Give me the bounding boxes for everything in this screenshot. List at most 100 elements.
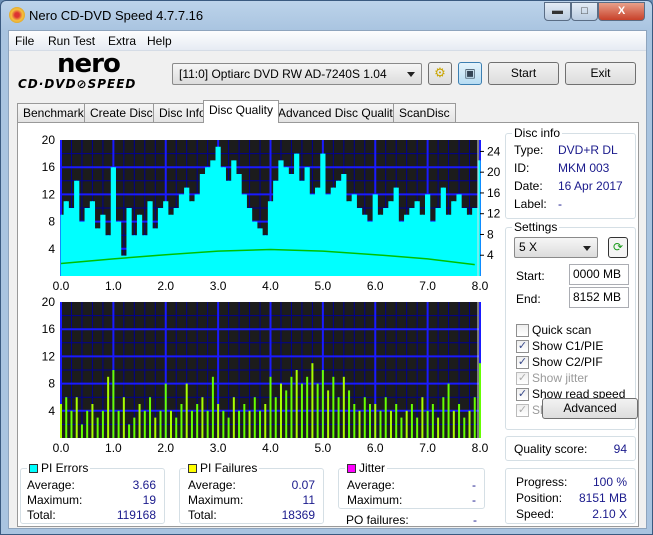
pi-failures-bar (348, 390, 351, 438)
tab-disc-quality[interactable]: Disc Quality (203, 100, 280, 123)
maximize-button[interactable]: □ (571, 2, 598, 21)
pi-failures-bar (138, 404, 141, 438)
pi-failures-bar (201, 397, 204, 438)
pi-failures-bar (300, 383, 303, 438)
y-tick-label: 16 (42, 160, 56, 174)
y2-tick-label: 20 (487, 165, 501, 179)
pie-average-value: 3.66 (132, 478, 156, 492)
pi-failures-bar (395, 404, 398, 438)
pi-failures-bar (128, 424, 131, 438)
pi-failures-bar (269, 376, 272, 438)
pi-failures-bar (290, 376, 293, 438)
x-tick-label: 1.0 (105, 279, 122, 293)
label-label: Label: (514, 197, 547, 211)
y-tick-label: 16 (42, 322, 56, 336)
pi-failures-bar (60, 404, 62, 438)
pi-failures-bar (196, 404, 199, 438)
pi-failures-bar (253, 397, 256, 438)
x-tick-label: 2.0 (157, 441, 174, 455)
menu-extra[interactable]: Extra (108, 34, 136, 48)
x-tick-label: 6.0 (367, 441, 384, 455)
pi-failures-bar (400, 417, 403, 438)
pi-failures-bar (431, 404, 434, 438)
pi-failures-bar (274, 397, 277, 438)
pi-failures-bar (112, 370, 115, 438)
tab-create-disc[interactable]: Create Disc (84, 103, 159, 122)
save-icon[interactable]: ▣ (458, 62, 482, 85)
menu-help[interactable]: Help (147, 34, 172, 48)
drive-settings-icon[interactable]: ⚙ (428, 62, 452, 85)
pi-failures-bar (327, 390, 330, 438)
checkbox-1[interactable]: ✓ (516, 340, 529, 353)
pi-failures-bar (91, 404, 94, 438)
x-tick-label: 7.0 (419, 279, 436, 293)
pi-failures-bar (70, 410, 73, 438)
pi-failures-bar (159, 410, 162, 438)
settings-caption: Settings (512, 220, 560, 234)
tab-benchmark[interactable]: Benchmark (17, 103, 90, 122)
end-input[interactable]: 8152 MB (569, 287, 629, 308)
chevron-down-icon (407, 72, 415, 77)
close-button[interactable]: X (598, 2, 645, 21)
pi-failures-title: PI Failures (200, 461, 258, 475)
menu-run-test[interactable]: Run Test (48, 34, 95, 48)
pie-maximum-label: Maximum: (27, 493, 83, 507)
pi-failures-bar (306, 376, 309, 438)
x-tick-label: 5.0 (315, 279, 332, 293)
x-tick-label: 0.0 (53, 279, 70, 293)
pi-failures-bar (285, 390, 288, 438)
advanced-button[interactable]: Advanced (542, 398, 638, 419)
x-tick-label: 4.0 (262, 279, 279, 293)
drive-select[interactable]: [11:0] Optiarc DVD RW AD-7240S 1.04 (172, 63, 422, 85)
x-tick-label: 7.0 (419, 441, 436, 455)
x-tick-label: 0.0 (53, 441, 70, 455)
type-value: DVD+R DL (558, 143, 618, 157)
start-input[interactable]: 0000 MB (569, 264, 629, 285)
pi-failures-bar (154, 417, 157, 438)
pi-failures-bar (101, 410, 104, 438)
checkbox-4[interactable]: ✓ (516, 388, 529, 401)
pi-failures-bar (295, 370, 298, 438)
pi-failures-bar (169, 410, 172, 438)
pi-failures-bar (206, 410, 209, 438)
pie-average-label: Average: (27, 478, 75, 492)
pi-failures-bar (479, 363, 481, 438)
x-tick-label: 1.0 (105, 441, 122, 455)
menu-bar: File Run Test Extra Help (9, 31, 646, 51)
y-tick-label: 20 (42, 133, 56, 147)
jitter-maximum-value: - (472, 493, 476, 507)
label-value: - (558, 197, 562, 211)
checkbox-label: Show C2/PIF (532, 355, 603, 369)
speed-select[interactable]: 5 X (514, 237, 598, 258)
y2-tick-label: 16 (487, 186, 501, 200)
refresh-icon[interactable]: ⟳ (608, 237, 628, 258)
pif-average-value: 0.07 (291, 478, 315, 492)
start-label: Start: (516, 269, 545, 283)
tab-advanced-disc-quality[interactable]: Advanced Disc Quality (272, 103, 405, 122)
exit-button[interactable]: Exit (565, 62, 636, 85)
checkbox-2[interactable]: ✓ (516, 356, 529, 369)
pi-failures-bar (458, 404, 461, 438)
speed-value-readout: 2.10 X (592, 507, 627, 521)
pi-failures-bar (211, 376, 214, 438)
checkbox-label: Show jitter (532, 371, 589, 385)
pif-total-value: 18369 (281, 508, 315, 522)
id-label: ID: (514, 161, 530, 175)
checkbox-5: ✓ (516, 404, 529, 417)
start-button[interactable]: Start (488, 62, 559, 85)
id-value: MKM 003 (558, 161, 610, 175)
pi-failures-bar (107, 376, 110, 438)
minimize-button[interactable]: ▬ (544, 2, 571, 21)
y2-tick-label: 12 (487, 207, 501, 221)
end-label: End: (516, 292, 541, 306)
jitter-group: Jitter Average: - Maximum: - (338, 461, 485, 509)
disc-quality-panel: 24 20 16 12 8 4 20 16 12 8 4 0.0 1.0 2.0 3.0 4.0 5.0 6.0 7… (17, 122, 639, 527)
disc-info-caption: Disc info (512, 126, 563, 140)
pi-failures-group: PI Failures Average: 0.07 Maximum: 11 To… (179, 461, 324, 524)
tab-scandisc[interactable]: ScanDisc (393, 103, 456, 122)
menu-file[interactable]: File (15, 34, 34, 48)
checkbox-0[interactable] (516, 324, 529, 337)
charts: 24 20 16 12 8 4 20 16 12 8 4 0.0 1.0 2.0 3.0 4.0 5.0 6.0 7… (42, 133, 501, 455)
pi-failures-bar (442, 397, 445, 438)
pi-failures-bar (426, 410, 429, 438)
